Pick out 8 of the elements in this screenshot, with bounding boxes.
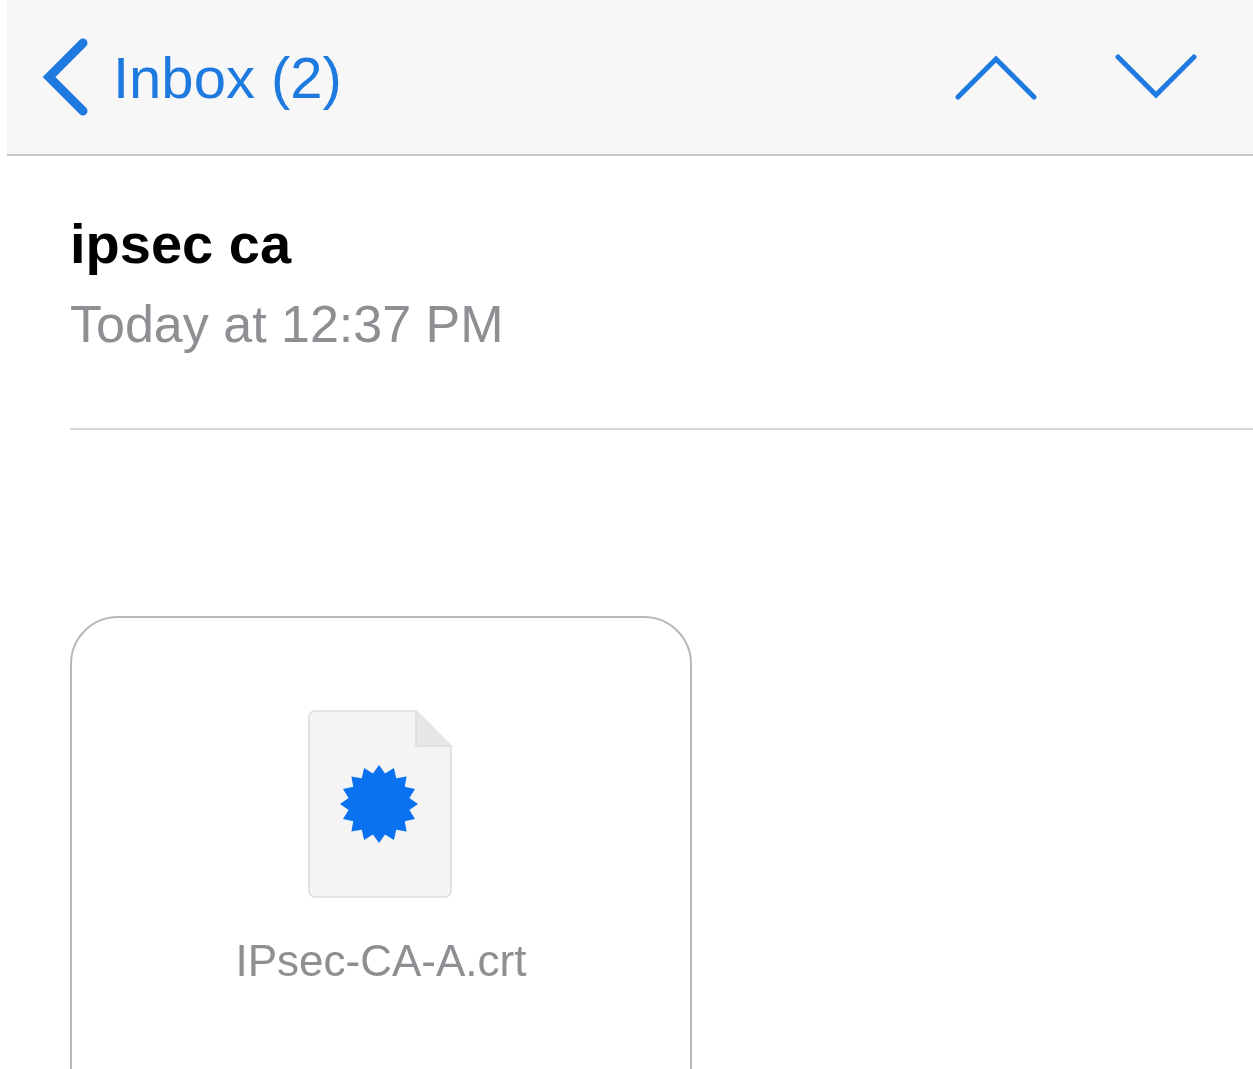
certificate-file-icon — [308, 710, 454, 898]
previous-message-button[interactable] — [955, 54, 1037, 100]
sender-name: ipsec ca — [70, 211, 293, 277]
next-message-button[interactable] — [1115, 54, 1197, 100]
attachment-filename: IPsec-CA-A.crt — [235, 936, 527, 986]
message-date: Today at 12:37 PM — [70, 294, 505, 355]
back-button[interactable]: Inbox (2) — [39, 37, 342, 117]
attachment-card[interactable]: IPsec-CA-A.crt — [70, 616, 692, 1069]
